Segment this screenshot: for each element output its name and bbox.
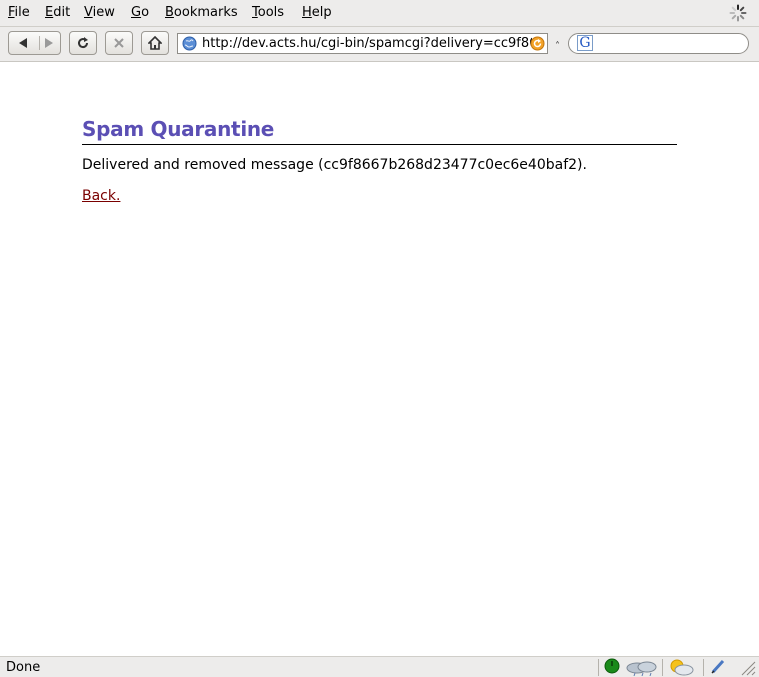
status-bar: Done [0, 656, 759, 677]
page-title: Spam Quarantine [82, 117, 275, 141]
button-divider [39, 36, 40, 50]
home-button[interactable] [141, 31, 169, 55]
menu-file[interactable]: File [8, 5, 30, 20]
menu-bookmarks[interactable]: Bookmarks [165, 5, 238, 20]
resize-grip-icon[interactable] [740, 660, 756, 676]
status-separator [703, 659, 704, 676]
go-icon[interactable] [530, 36, 545, 51]
google-icon[interactable]: G [577, 35, 593, 51]
status-separator [662, 659, 663, 676]
reload-icon [78, 37, 89, 49]
title-divider [82, 144, 677, 145]
navigation-toolbar: http://dev.acts.hu/cgi-bin/spamcgi?deliv… [0, 27, 759, 62]
menu-help[interactable]: Help [302, 5, 332, 20]
back-forward-button [8, 31, 61, 55]
weather-sun-icon[interactable] [668, 658, 694, 676]
menu-edit[interactable]: Edit [45, 5, 70, 20]
menu-tools[interactable]: Tools [252, 5, 284, 20]
forward-arrow-icon[interactable] [43, 37, 55, 49]
stop-button[interactable] [105, 31, 133, 55]
throbber-icon [729, 4, 747, 22]
page-content: Spam Quarantine Delivered and removed me… [0, 62, 759, 656]
reload-button[interactable] [69, 31, 97, 55]
url-text: http://dev.acts.hu/cgi-bin/spamcgi?deliv… [202, 36, 532, 51]
globe-icon [182, 36, 197, 51]
menu-view[interactable]: View [84, 5, 115, 20]
search-bar[interactable]: G [568, 33, 749, 54]
delivery-message: Delivered and removed message (cc9f8667b… [82, 157, 587, 173]
menu-bar: File Edit View Go Bookmarks Tools Help [0, 0, 759, 27]
url-history-dropdown-icon[interactable]: ˄ [555, 41, 560, 52]
status-separator [598, 659, 599, 676]
status-text: Done [6, 660, 41, 675]
status-green-icon[interactable] [604, 658, 620, 674]
menu-go[interactable]: Go [131, 5, 149, 20]
back-link[interactable]: Back. [82, 188, 120, 204]
url-bar[interactable]: http://dev.acts.hu/cgi-bin/spamcgi?deliv… [177, 33, 548, 54]
back-arrow-icon[interactable] [17, 37, 29, 49]
home-icon [148, 36, 162, 50]
cloud-icon[interactable] [625, 658, 659, 676]
pen-icon[interactable] [710, 658, 726, 674]
search-input[interactable] [599, 36, 739, 51]
stop-icon [114, 38, 124, 48]
